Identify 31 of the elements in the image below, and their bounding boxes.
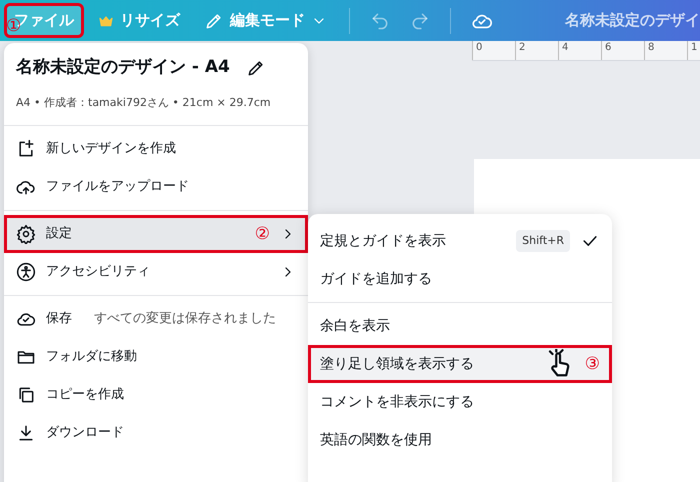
ruler-label: 2 <box>515 41 558 60</box>
menu-item[interactable]: ファイルをアップロード <box>4 168 308 206</box>
menu-item[interactable]: 新しいデザインを作成 <box>4 130 308 168</box>
menu-item[interactable]: フォルダに移動 <box>4 338 308 376</box>
menu-item[interactable]: 英語の関数を使用 <box>308 421 612 459</box>
ruler-label: 4 <box>558 41 601 60</box>
menu-item[interactable]: ガイドを追加する <box>308 260 612 298</box>
shortcut-badge: Shift+R <box>516 230 570 252</box>
menu-item[interactable]: アクセシビリティ <box>4 253 308 291</box>
menu-item[interactable]: 保存 すべての変更は保存されました <box>4 300 308 338</box>
ruler-label: 8 <box>644 41 687 60</box>
menu-item[interactable]: ダウンロード <box>4 414 308 452</box>
callout-number: ③ <box>584 356 600 372</box>
menu-item[interactable]: コピーを作成 <box>4 376 308 414</box>
save-status: すべての変更は保存されました <box>94 310 276 328</box>
menu-item[interactable]: コメントを非表示にする <box>308 383 612 421</box>
menu-item[interactable]: 設定 ② <box>4 215 308 253</box>
ruler-label: 6 <box>601 41 644 60</box>
ruler-label: 0 <box>472 41 515 60</box>
document-title: 名称未設定のデザイ <box>565 10 700 32</box>
design-title: 名称未設定のデザイン - A4 <box>16 56 230 79</box>
accessibility-icon <box>16 262 36 282</box>
settings-icon <box>16 224 36 244</box>
callout-number: ② <box>254 226 270 242</box>
menu-item[interactable]: 塗り足し領域を表示する ③ <box>308 345 612 383</box>
design-info: A4 • 作成者：tamaki792さん • 21cm × 29.7cm <box>16 94 272 110</box>
menu-item[interactable]: 定規とガイドを表示 Shift+R <box>308 222 612 260</box>
menu-item[interactable]: 余白を表示 <box>308 307 612 345</box>
undo-icon <box>370 10 390 30</box>
redo-icon <box>410 10 430 30</box>
ruler-label: 1 <box>687 41 700 60</box>
